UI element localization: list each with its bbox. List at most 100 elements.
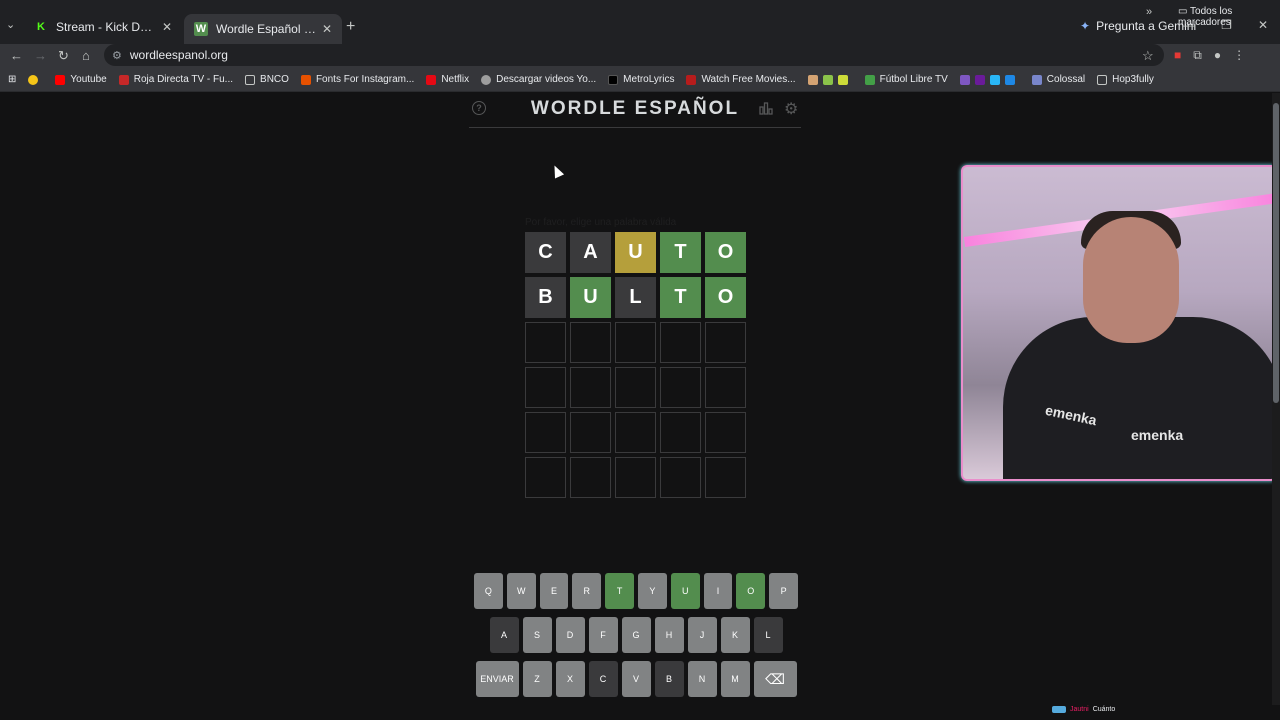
- key-y[interactable]: Y: [638, 573, 667, 609]
- wordle-favicon-icon: W: [194, 22, 208, 36]
- enviar-key[interactable]: ENVIAR: [475, 661, 519, 697]
- bookmark-descargar[interactable]: Descargar videos Yo...: [481, 74, 596, 85]
- board-tile: [660, 367, 701, 408]
- key-r[interactable]: R: [572, 573, 602, 609]
- extensions-puzzle-icon[interactable]: ⧉: [1193, 48, 1202, 63]
- bookmark-star-icon[interactable]: ☆: [1142, 48, 1154, 64]
- key-b[interactable]: B: [654, 661, 684, 697]
- board-tile: [705, 457, 746, 498]
- site-info-icon[interactable]: ⚙: [112, 49, 122, 62]
- key-s[interactable]: S: [522, 617, 552, 653]
- key-e[interactable]: E: [539, 573, 569, 609]
- key-l[interactable]: L: [753, 617, 783, 653]
- tab-kick-dashboard[interactable]: K Stream - Kick Dashboard ✕: [24, 14, 182, 40]
- hoodie-brand-right: emenka: [1131, 427, 1184, 443]
- board-tile: [660, 322, 701, 363]
- scrollbar-thumb[interactable]: [1273, 103, 1279, 403]
- home-icon[interactable]: ⌂: [82, 48, 90, 63]
- browser-tab-bar: ⌄ K Stream - Kick Dashboard ✕ W Wordle E…: [0, 0, 1280, 44]
- bookmark-label: Colossal: [1046, 74, 1086, 85]
- key-q[interactable]: Q: [474, 573, 503, 609]
- bookmark-colossal[interactable]: Colossal: [1031, 74, 1086, 85]
- tab-close-icon[interactable]: ✕: [162, 20, 172, 34]
- extension-red-icon[interactable]: ■: [1174, 48, 1181, 63]
- key-c[interactable]: C: [588, 661, 618, 697]
- keyboard-row: ASDFGHJKL: [474, 617, 798, 653]
- key-t[interactable]: T: [605, 573, 634, 609]
- key-x[interactable]: X: [555, 661, 585, 697]
- key-a[interactable]: A: [489, 617, 519, 653]
- roja-icon: [118, 74, 129, 85]
- bookmark-misc-icons-2[interactable]: [959, 74, 1020, 85]
- bookmark-misc-icons[interactable]: [807, 74, 853, 85]
- key-d[interactable]: D: [555, 617, 585, 653]
- bookmark-label: Fonts For Instagram...: [315, 74, 415, 85]
- bookmark-watch-movies[interactable]: Watch Free Movies...: [686, 74, 796, 85]
- board-tile: [705, 412, 746, 453]
- profile-avatar-icon[interactable]: ●: [1214, 48, 1221, 63]
- key-p[interactable]: P: [769, 573, 798, 609]
- bookmark-youtube[interactable]: Youtube: [55, 74, 107, 85]
- back-arrow-icon[interactable]: ←: [10, 48, 23, 63]
- backspace-key[interactable]: ⌫: [753, 661, 797, 697]
- board-tile: [525, 367, 566, 408]
- address-bar[interactable]: ⚙ wordleespanol.org: [104, 44, 1164, 66]
- key-k[interactable]: K: [720, 617, 750, 653]
- bookmark-bnco[interactable]: BNCO: [245, 74, 289, 85]
- reload-icon[interactable]: ↻: [58, 48, 69, 64]
- board-tile: [705, 322, 746, 363]
- key-n[interactable]: N: [687, 661, 717, 697]
- more-bookmarks-chevron-icon[interactable]: »: [1146, 6, 1152, 18]
- webcam-overlay: emenka emenka: [961, 165, 1277, 481]
- key-h[interactable]: H: [654, 617, 684, 653]
- key-z[interactable]: Z: [522, 661, 552, 697]
- key-g[interactable]: G: [621, 617, 651, 653]
- extension-icons: ■ ⧉ ● ⋮: [1174, 48, 1245, 63]
- key-w[interactable]: W: [506, 573, 536, 609]
- board-tile: [705, 367, 746, 408]
- bookmark-netflix[interactable]: Netflix: [426, 74, 469, 85]
- board-tile: [660, 412, 701, 453]
- apps-grid-icon[interactable]: ⊞: [8, 74, 16, 85]
- key-u[interactable]: U: [670, 573, 700, 609]
- tab-title: Wordle Español - Wordle ilimitado: [216, 22, 316, 36]
- key-i[interactable]: I: [703, 573, 733, 609]
- board-tile: [570, 412, 611, 453]
- key-v[interactable]: V: [621, 661, 651, 697]
- new-tab-button[interactable]: +: [346, 18, 355, 36]
- browser-menu-icon[interactable]: ⋮: [1233, 48, 1245, 63]
- bookmark-roja-directa[interactable]: Roja Directa TV - Fu...: [118, 74, 233, 85]
- board-row: [525, 322, 747, 363]
- stats-chart-icon[interactable]: [759, 101, 773, 120]
- tab-search-chevron-icon[interactable]: ⌄: [6, 18, 15, 31]
- youtube-icon: [55, 74, 66, 85]
- page-content: ? WORDLE ESPAÑOL ⚙ Por favor, elige una …: [0, 93, 1277, 713]
- board-tile: [615, 322, 656, 363]
- bookmarks-bar: ⊞ Youtube Roja Directa TV - Fu... BNCO F…: [0, 68, 1280, 92]
- key-m[interactable]: M: [720, 661, 750, 697]
- game-board: CAUTOBULTO: [525, 232, 747, 502]
- bookmark-fonts[interactable]: Fonts For Instagram...: [300, 74, 415, 85]
- bookmark-futbol-libre[interactable]: Fútbol Libre TV: [864, 74, 948, 85]
- folder-icon: [1097, 74, 1108, 85]
- futbol-icon: [864, 74, 875, 85]
- stream-tag-name: Jautni: [1070, 706, 1089, 713]
- emoji-bookmark-icon[interactable]: [28, 74, 43, 85]
- settings-gear-icon[interactable]: ⚙: [784, 99, 798, 119]
- key-j[interactable]: J: [687, 617, 717, 653]
- tab-wordle-espanol[interactable]: W Wordle Español - Wordle ilimitado ✕: [184, 14, 342, 44]
- board-tile: [660, 457, 701, 498]
- bookmark-label: Youtube: [70, 74, 107, 85]
- key-f[interactable]: F: [588, 617, 618, 653]
- board-tile: A: [570, 232, 611, 273]
- key-o[interactable]: O: [736, 573, 766, 609]
- bookmark-hop3fully[interactable]: Hop3fully: [1097, 74, 1154, 85]
- all-bookmarks-folder[interactable]: ▭ Todos los marcadores: [1178, 6, 1280, 28]
- page-scrollbar[interactable]: [1272, 93, 1280, 705]
- forward-arrow-icon[interactable]: →: [34, 48, 47, 63]
- gemini-sparkle-icon: ✦: [1080, 19, 1091, 33]
- tab-close-icon[interactable]: ✕: [322, 22, 332, 36]
- board-tile: C: [525, 232, 566, 273]
- bookmark-metrolyrics[interactable]: MetroLyrics: [608, 74, 674, 85]
- bookmark-label: BNCO: [260, 74, 289, 85]
